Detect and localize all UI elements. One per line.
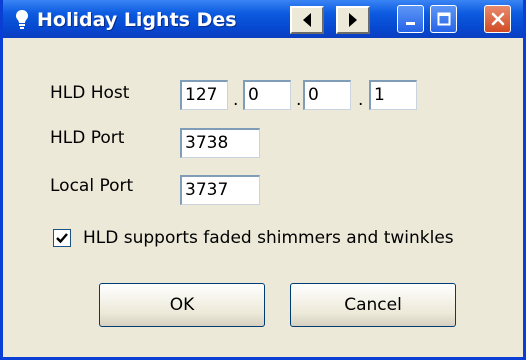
- window-title: Holiday Lights Des: [37, 9, 237, 31]
- cancel-button[interactable]: Cancel: [290, 283, 456, 327]
- port-field[interactable]: 3738: [180, 128, 260, 158]
- maximize-button[interactable]: [430, 5, 457, 33]
- minimize-button[interactable]: [397, 5, 424, 33]
- checkmark-icon: [56, 233, 68, 244]
- host-octet-2-field[interactable]: 0: [243, 80, 291, 110]
- faded-shimmers-label[interactable]: HLD supports faded shimmers and twinkles: [83, 228, 454, 248]
- lightbulb-icon: [16, 10, 28, 29]
- ok-button[interactable]: OK: [99, 283, 265, 327]
- host-octet-3-field[interactable]: 0: [303, 80, 351, 110]
- host-octet-4-field[interactable]: 1: [369, 80, 417, 110]
- ip-dot: .: [358, 90, 364, 110]
- port-label: HLD Port: [50, 128, 125, 148]
- arrow-left-icon: [303, 13, 311, 27]
- local-port-field[interactable]: 3737: [180, 175, 260, 205]
- close-button[interactable]: [484, 5, 511, 33]
- scroll-left-button[interactable]: [290, 6, 324, 34]
- maximize-icon: [437, 12, 450, 26]
- title-bar[interactable]: Holiday Lights Des: [3, 0, 523, 38]
- close-icon: [491, 12, 504, 26]
- ip-dot: .: [233, 90, 239, 110]
- scroll-right-button[interactable]: [336, 6, 370, 34]
- arrow-right-icon: [349, 13, 357, 27]
- dialog-window: Holiday Lights Des HLD Host 127 . 0 . 0 …: [0, 0, 526, 360]
- local-port-label: Local Port: [50, 176, 134, 196]
- host-label: HLD Host: [50, 83, 130, 103]
- minimize-icon: [405, 22, 415, 25]
- host-octet-1-field[interactable]: 127: [180, 80, 228, 110]
- faded-shimmers-checkbox[interactable]: [53, 229, 71, 247]
- ip-dot: .: [296, 90, 302, 110]
